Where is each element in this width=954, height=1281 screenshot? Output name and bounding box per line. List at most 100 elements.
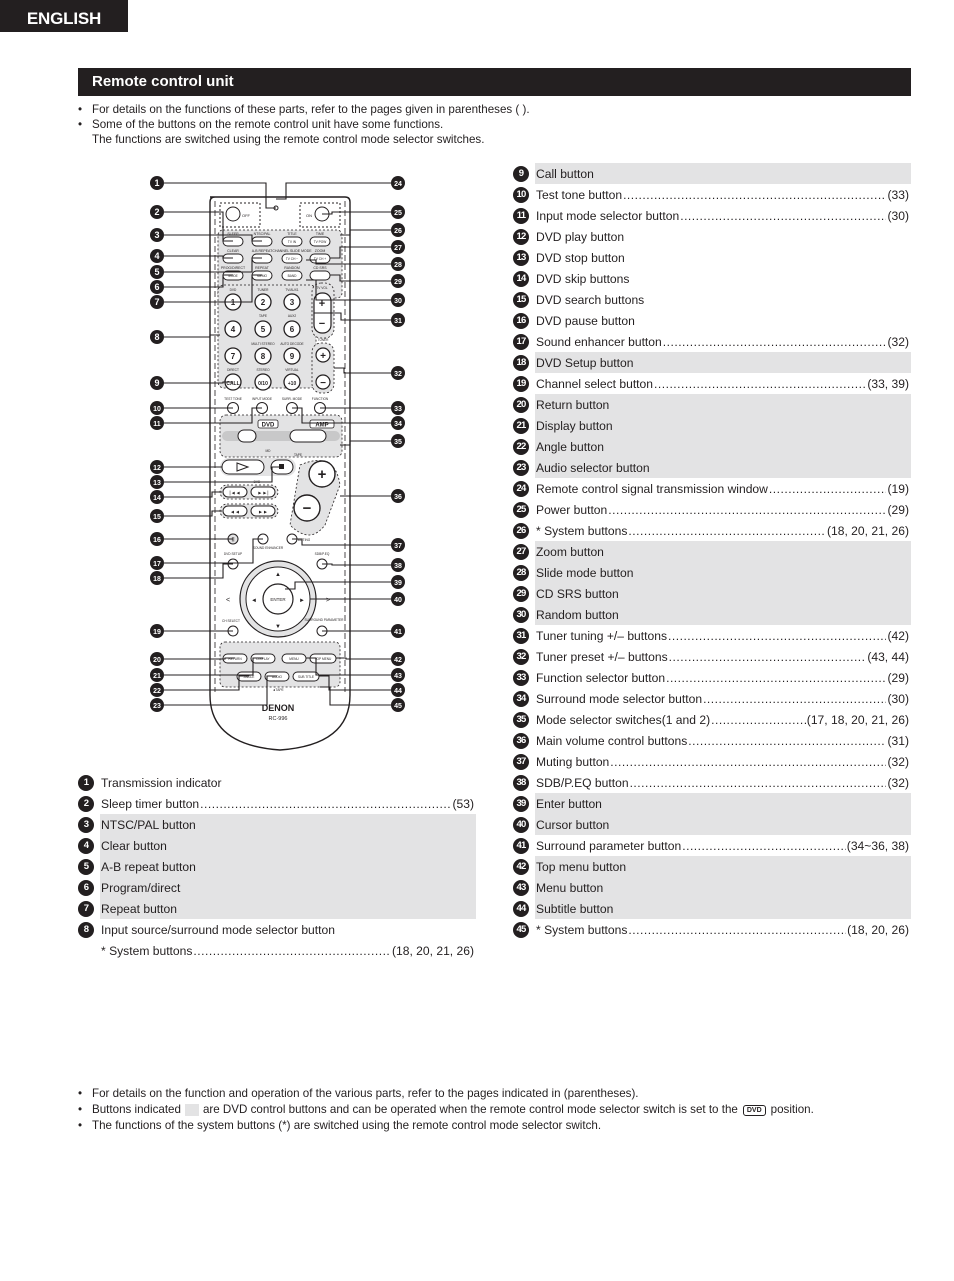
model-label: RC-996 <box>269 716 288 722</box>
callout-number: 41 <box>394 629 402 636</box>
callout-number: 28 <box>394 262 402 269</box>
leader-dots <box>608 503 886 517</box>
item-number-badge: 35 <box>513 711 529 728</box>
svg-text:FUNCTION: FUNCTION <box>312 397 329 401</box>
list-item: 16 DVD pause button <box>513 310 911 331</box>
list-item: 4 Clear button <box>78 835 476 856</box>
item-label: Clear button <box>101 838 167 853</box>
item-number-badge: 20 <box>513 396 529 413</box>
callout-number: 32 <box>394 371 402 378</box>
mode-switch-1 <box>237 429 257 443</box>
callout-number: 33 <box>394 406 402 413</box>
item-number-badge: 21 <box>513 417 529 434</box>
item-label: Tuner tuning +/– buttons <box>536 628 667 643</box>
list-item: 3 NTSC/PAL button <box>78 814 476 835</box>
leader-dots <box>666 671 886 685</box>
callout-leader <box>322 211 391 215</box>
leader-dots <box>193 944 391 958</box>
callout-number: 38 <box>394 563 402 570</box>
item-number-badge: 42 <box>513 858 529 875</box>
svg-text:CD SRS: CD SRS <box>313 266 327 270</box>
item-number-badge: 28 <box>513 564 529 581</box>
callout-number: 34 <box>394 421 402 428</box>
svg-text:BAND: BAND <box>288 274 298 278</box>
list-item: 14 DVD skip buttons <box>513 268 911 289</box>
svg-text:ENTER: ENTER <box>270 597 286 602</box>
item-label: SDB/P.EQ button <box>536 775 629 790</box>
off-label: OFF <box>242 213 251 218</box>
item-number-badge: 18 <box>513 354 529 371</box>
svg-text:−: − <box>319 318 325 330</box>
svg-text:SURROUND PARAMETER: SURROUND PARAMETER <box>305 618 345 622</box>
callout-number: 19 <box>153 629 161 636</box>
item-number-badge: 12 <box>513 228 529 245</box>
svg-text:TIME: TIME <box>316 232 325 236</box>
item-label: Slide mode button <box>536 565 634 580</box>
callout-leader <box>334 367 391 374</box>
callout-leader <box>164 510 222 517</box>
callout-leader <box>164 211 233 242</box>
number-key-label: 9 <box>290 352 295 361</box>
item-label: Top menu button <box>536 859 627 874</box>
svg-text:STEREO: STEREO <box>256 368 270 372</box>
item-number-badge: 37 <box>513 753 529 770</box>
item-label: Tuner preset +/– buttons <box>536 649 668 664</box>
svg-text:ZOOM: ZOOM <box>315 249 326 253</box>
item-number-badge: 4 <box>78 837 94 854</box>
leader-dots <box>628 524 826 538</box>
callout-number: 1 <box>154 178 159 188</box>
list-item: 27 Zoom button <box>513 541 911 562</box>
svg-text:SUB TITLE: SUB TITLE <box>298 675 314 679</box>
svg-text:▼: ▼ <box>275 624 281 630</box>
item-number-badge: 19 <box>513 375 529 392</box>
leader-dots <box>663 335 887 349</box>
item-label: Subtitle button <box>536 901 614 916</box>
list-item: 6 Program/direct <box>78 877 476 898</box>
callout-number: 2 <box>154 207 159 217</box>
callout-number: 16 <box>153 537 161 544</box>
item-label: CD SRS button <box>536 586 619 601</box>
page-reference: (32) <box>887 334 909 349</box>
svg-text:MENU: MENU <box>289 657 299 661</box>
item-number-badge: 23 <box>513 459 529 476</box>
item-label: * System buttons <box>101 943 193 958</box>
parts-list-left: 1 Transmission indicator 2 Sleep timer butt… <box>78 772 476 961</box>
list-item: 26 * System buttons (18, 20, 21, 26) <box>513 520 911 541</box>
svg-text:TITLE: TITLE <box>287 232 297 236</box>
item-number-badge: 1 <box>78 774 94 791</box>
list-item: 13 DVD stop button <box>513 247 911 268</box>
number-key-label: 0/10 <box>258 381 268 387</box>
svg-text:II: II <box>231 538 235 544</box>
callout-number: 23 <box>153 703 161 710</box>
item-label: Transmission indicator <box>101 775 222 790</box>
mode-switch-2 <box>289 429 327 443</box>
item-label: Return button <box>536 397 610 412</box>
number-key-label: 8 <box>261 352 266 361</box>
svg-text:►: ► <box>299 598 305 604</box>
leader-dots <box>630 776 887 790</box>
item-number-badge: 2 <box>78 795 94 812</box>
svg-text:MULTI STEREO: MULTI STEREO <box>251 342 275 346</box>
footnote: • Buttons indicated are DVD control butt… <box>78 1103 814 1116</box>
page-reference: (30) <box>887 691 909 706</box>
item-label: Power button <box>536 502 608 517</box>
svg-text:AUTO DECODE: AUTO DECODE <box>280 342 303 346</box>
page-reference: (18, 20, 26) <box>847 922 909 937</box>
item-label: Display button <box>536 418 613 433</box>
page-reference: (17, 18, 20, 21, 26) <box>806 712 909 727</box>
callout-number: 9 <box>154 378 159 388</box>
list-item: 21 Display button <box>513 415 911 436</box>
item-label: Repeat button <box>101 901 177 916</box>
item-number-badge: 8 <box>78 921 94 938</box>
svg-text:DVD SETUP: DVD SETUP <box>224 552 242 556</box>
list-item: 28 Slide mode button <box>513 562 911 583</box>
item-number-badge: 5 <box>78 858 94 875</box>
svg-text:>: > <box>326 597 330 604</box>
list-item: 29 CD SRS button <box>513 583 911 604</box>
page-reference: (19) <box>887 481 909 496</box>
leader-dots <box>669 650 867 664</box>
leader-dots <box>668 629 886 643</box>
list-item: 25 Power button (29) <box>513 499 911 520</box>
callout-number: 11 <box>153 421 161 428</box>
cd-srs-button <box>309 270 331 281</box>
